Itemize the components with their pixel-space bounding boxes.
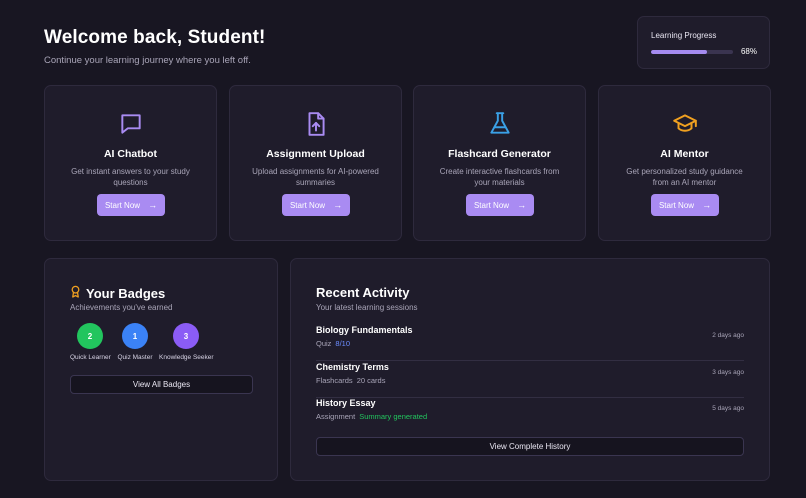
progress-bar [651, 49, 733, 54]
badge-circle: 2 [77, 323, 103, 349]
start-now-button[interactable]: Start Now → [97, 194, 165, 216]
view-all-badges-button[interactable]: View All Badges [70, 375, 253, 394]
arrow-right-icon: → [333, 200, 343, 210]
feature-card-ai-mentor: AI Mentor Get personalized study guidanc… [598, 85, 771, 241]
activity-item-time: 2 days ago [712, 332, 744, 339]
start-now-button[interactable]: Start Now → [651, 194, 719, 216]
recent-activity-panel: Recent Activity Your latest learning ses… [290, 258, 770, 481]
graduation-cap-icon [599, 111, 770, 137]
activity-item-title: Chemistry Terms [316, 362, 389, 372]
file-upload-icon [230, 111, 401, 137]
activity-item[interactable]: History Essay Assignment Summary generate… [316, 398, 744, 434]
feature-title: Assignment Upload [266, 148, 365, 160]
activity-item-type: Flashcards [316, 376, 353, 385]
activity-item-time: 3 days ago [712, 369, 744, 376]
activity-item-title: History Essay [316, 398, 376, 408]
badge-label: Knowledge Seeker [159, 354, 214, 361]
badge-circle: 3 [173, 323, 199, 349]
arrow-right-icon: → [517, 200, 527, 210]
activity-item[interactable]: Chemistry Terms Flashcards 20 cards 3 day… [316, 362, 744, 398]
activity-item-time: 5 days ago [712, 405, 744, 412]
activity-item-detail: Summary generated [359, 412, 428, 421]
feature-description: Get instant answers to your study questi… [71, 167, 190, 187]
activity-subtitle: Your latest learning sessions [316, 303, 418, 312]
arrow-right-icon: → [148, 200, 158, 210]
activity-title: Recent Activity [316, 285, 410, 300]
progress-percent: 68% [740, 47, 757, 56]
feature-card-flashcard-generator: Flashcard Generator Create interactive f… [413, 85, 586, 241]
feature-description: Create interactive flashcards from your … [439, 167, 560, 187]
activity-item-detail: 20 cards [356, 376, 386, 385]
progress-label: Learning Progress [651, 31, 717, 40]
progress-bar-fill [651, 49, 707, 54]
learning-progress-card: Learning Progress 68% [637, 16, 770, 69]
activity-item-title: Biology Fundamentals [316, 325, 413, 335]
arrow-right-icon: → [702, 200, 712, 210]
activity-item-type: Quiz [316, 339, 332, 348]
badge-circle: 1 [122, 323, 148, 349]
feature-description: Upload assignments for AI-powered summar… [252, 167, 379, 187]
badge-label: Quiz Master [117, 354, 153, 361]
feature-title: AI Chatbot [103, 148, 158, 160]
award-icon [70, 285, 81, 301]
start-now-button[interactable]: Start Now → [282, 194, 350, 216]
flask-icon [414, 111, 585, 137]
page-title: Welcome back, Student! [44, 27, 266, 48]
badges-panel: Your Badges Achievements you've earned 2… [44, 258, 278, 481]
feature-card-ai-chatbot: AI Chatbot Get instant answers to your s… [44, 85, 217, 241]
activity-item-type: Assignment [316, 412, 356, 421]
page-subtitle: Continue your learning journey where you… [44, 55, 251, 66]
feature-title: Flashcard Generator [448, 148, 551, 160]
badges-title: Your Badges [86, 285, 166, 301]
view-complete-history-button[interactable]: View Complete History [316, 437, 744, 456]
feature-card-assignment-upload: Assignment Upload Upload assignments for… [229, 85, 402, 241]
feature-title: AI Mentor [660, 148, 709, 160]
badge-quiz-master[interactable]: 1 Quiz Master [115, 323, 155, 361]
badges-subtitle: Achievements you've earned [70, 303, 173, 312]
feature-description: Get personalized study guidance from an … [626, 167, 743, 187]
badge-knowledge-seeker[interactable]: 3 Knowledge Seeker [159, 323, 214, 361]
badge-label: Quick Learner [70, 354, 111, 361]
chat-bubble-icon [45, 111, 216, 137]
badge-quick-learner[interactable]: 2 Quick Learner [70, 323, 111, 361]
activity-item-detail: 8/10 [335, 339, 351, 348]
activity-item[interactable]: Biology Fundamentals Quiz 8/10 2 days ago [316, 325, 744, 361]
start-now-button[interactable]: Start Now → [466, 194, 534, 216]
welcome-header: Welcome back, Student! Continue your lea… [44, 27, 265, 66]
